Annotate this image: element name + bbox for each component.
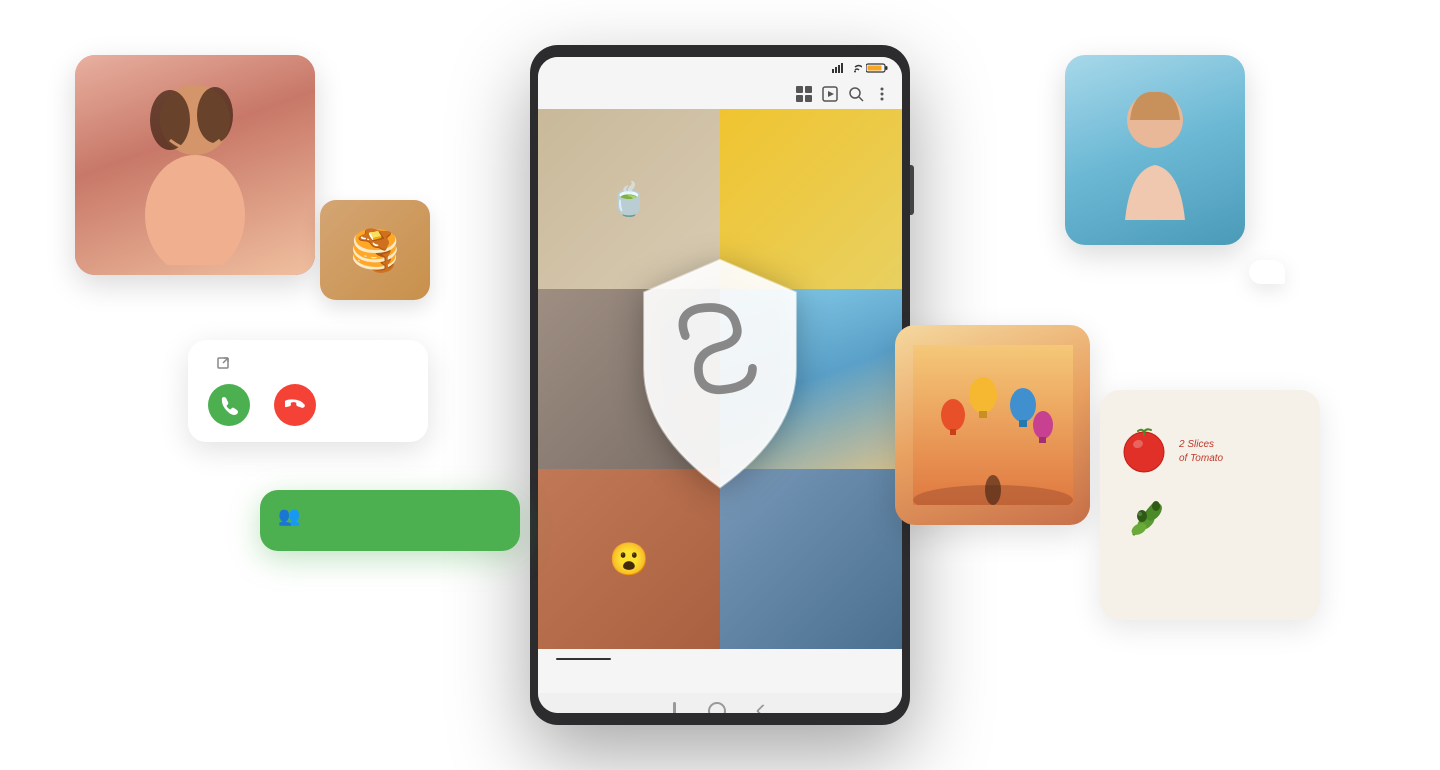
gallery-toolbar [538,79,902,109]
call-buttons [208,384,408,426]
tablet: 🍵 😮 [530,45,910,725]
status-bar [538,57,902,79]
friend-person [1095,70,1215,230]
nav-back[interactable] [755,704,769,713]
phone-accept-icon [219,395,239,415]
olive-icon [1124,494,1179,549]
hot-air-balloon-scene [913,345,1073,505]
wifi-icon [848,63,862,73]
nav-menu[interactable] [673,702,676,713]
olive-svg [1124,494,1179,544]
tomato-label: 2 Slicesof Tomato [1179,438,1304,466]
recipe-card: 2 Slicesof Tomato [1100,390,1320,620]
decline-call-button[interactable] [274,384,316,426]
tablet-screen: 🍵 😮 [538,57,902,713]
tomato-svg [1116,420,1171,475]
tab-pictures[interactable] [538,655,629,660]
power-button[interactable] [910,165,914,215]
photo-grid: 🍵 😮 [538,109,902,649]
tablet-body: 🍵 😮 [530,45,910,725]
meeting-title: 👥 [278,506,502,527]
system-nav [538,693,902,713]
friend-photo [1065,55,1245,245]
battery-icon [866,63,888,73]
recipe-olive-item [1116,494,1304,549]
signal-icon [832,63,844,73]
nav-home[interactable] [708,702,726,713]
selfie-person [115,65,275,265]
accept-call-button[interactable] [208,384,250,426]
samsung-shield [610,249,830,509]
tomato-icon [1116,420,1171,484]
status-icons [832,63,888,73]
call-card [188,340,428,442]
message-bubble [1249,260,1285,284]
shield-svg [610,249,830,509]
call-contact-name [208,356,408,370]
external-link-icon [216,356,230,370]
gallery-tabs [538,649,902,693]
slideshow-icon[interactable] [822,86,838,102]
meeting-icon: 👥 [278,506,300,527]
selfie-photo [75,55,315,275]
meeting-card: 👥 [260,490,520,551]
pancake-photo: 🥞 [320,200,430,300]
grid-icon[interactable] [796,86,812,102]
phone-decline-icon [285,395,305,415]
more-icon[interactable] [874,86,890,102]
recipe-tomato-item: 2 Slicesof Tomato [1116,420,1304,484]
search-icon[interactable] [848,86,864,102]
hot-air-balloon-photo [895,325,1090,525]
